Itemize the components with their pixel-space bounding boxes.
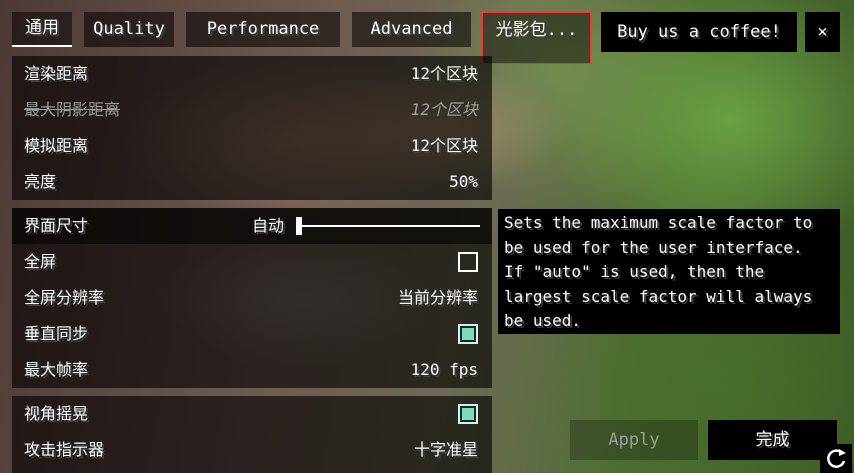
gui-scale-slider[interactable] bbox=[298, 225, 480, 227]
view-bobbing-label: 视角摇晃 bbox=[24, 404, 89, 423]
refresh-icon[interactable] bbox=[820, 444, 852, 473]
gui-scale-slider-handle[interactable] bbox=[296, 217, 302, 235]
render-distance-row[interactable]: 渲染距离 12个区块 bbox=[12, 56, 492, 92]
tab-general[interactable]: 通用 bbox=[12, 12, 72, 47]
close-button[interactable]: × bbox=[805, 12, 840, 52]
tooltip-line: be used. bbox=[504, 311, 582, 330]
view-bobbing-row[interactable]: 视角摇晃 bbox=[12, 396, 492, 432]
brightness-value: 50% bbox=[449, 172, 478, 191]
apply-button[interactable]: Apply bbox=[570, 420, 698, 460]
render-distance-value: 12个区块 bbox=[410, 64, 478, 83]
done-button[interactable]: 完成 bbox=[708, 420, 837, 460]
max-fps-value: 120 fps bbox=[410, 360, 478, 379]
max-shadow-distance-row: 最大阴影距离 12个区块 bbox=[12, 92, 492, 128]
attack-indicator-value: 十字准星 bbox=[413, 440, 478, 459]
vsync-checkbox[interactable] bbox=[458, 324, 478, 344]
brightness-label: 亮度 bbox=[24, 172, 57, 191]
tooltip-line: largest scale factor will always bbox=[504, 286, 813, 306]
view-bobbing-checkbox[interactable] bbox=[458, 404, 478, 424]
tab-shader-packs[interactable]: 光影包... bbox=[482, 12, 591, 64]
gui-scale-row[interactable]: 界面尺寸 自动 bbox=[12, 208, 492, 244]
tab-performance[interactable]: Performance bbox=[186, 12, 340, 47]
max-fps-row[interactable]: 最大帧率 120 fps bbox=[12, 352, 492, 388]
tab-quality[interactable]: Quality bbox=[84, 12, 174, 47]
gui-scale-label: 界面尺寸 bbox=[24, 216, 89, 235]
brightness-row[interactable]: 亮度 50% bbox=[12, 164, 492, 200]
fullscreen-checkbox[interactable] bbox=[458, 252, 478, 272]
max-fps-label: 最大帧率 bbox=[24, 360, 89, 379]
simulation-distance-label: 模拟距离 bbox=[24, 136, 89, 155]
render-distance-label: 渲染距离 bbox=[24, 64, 89, 83]
buy-coffee-button[interactable]: Buy us a coffee! bbox=[601, 12, 797, 52]
attack-indicator-row[interactable]: 攻击指示器 十字准星 bbox=[12, 432, 492, 468]
max-shadow-distance-value: 12个区块 bbox=[410, 100, 478, 119]
attack-indicator-label: 攻击指示器 bbox=[24, 440, 105, 459]
fullscreen-row[interactable]: 全屏 bbox=[12, 244, 492, 280]
fullscreen-resolution-value: 当前分辨率 bbox=[397, 288, 478, 307]
vsync-row[interactable]: 垂直同步 bbox=[12, 316, 492, 352]
fullscreen-resolution-row[interactable]: 全屏分辨率 当前分辨率 bbox=[12, 280, 492, 316]
tooltip-line: be used for the user interface. bbox=[504, 237, 803, 257]
vsync-label: 垂直同步 bbox=[24, 324, 89, 343]
tooltip-line: If "auto" is used, then the bbox=[504, 262, 765, 281]
gui-scale-value: 自动 bbox=[252, 216, 285, 235]
simulation-distance-value: 12个区块 bbox=[410, 136, 478, 155]
max-shadow-distance-label: 最大阴影距离 bbox=[24, 100, 121, 119]
fullscreen-resolution-label: 全屏分辨率 bbox=[24, 288, 105, 307]
tooltip-line: Sets the maximum scale factor to bbox=[504, 213, 813, 232]
simulation-distance-row[interactable]: 模拟距离 12个区块 bbox=[12, 128, 492, 164]
tab-advanced[interactable]: Advanced bbox=[352, 12, 471, 47]
gui-scale-tooltip: Sets the maximum scale factor to be used… bbox=[498, 209, 840, 334]
fullscreen-label: 全屏 bbox=[24, 252, 57, 271]
